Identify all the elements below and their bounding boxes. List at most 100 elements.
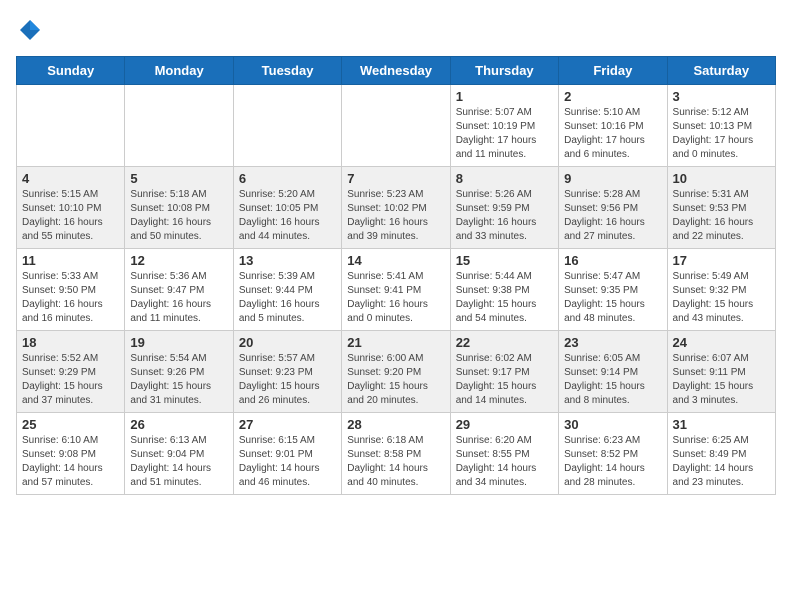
calendar-cell: 31 Sunrise: 6:25 AM Sunset: 8:49 PM Dayli… (667, 413, 775, 495)
header-wednesday: Wednesday (342, 57, 450, 85)
day-number: 12 (130, 253, 227, 268)
calendar-cell: 2 Sunrise: 5:10 AM Sunset: 10:16 PM Dayli… (559, 85, 667, 167)
calendar-cell: 1 Sunrise: 5:07 AM Sunset: 10:19 PM Dayli… (450, 85, 558, 167)
day-info: Sunrise: 5:44 AM Sunset: 9:38 PM Dayligh… (456, 270, 553, 326)
calendar-cell: 16Sunrise: 5:47 AM Sunset: 9:35 PM Dayli… (559, 249, 667, 331)
calendar-cell: 3Sunrise: 5:12 AM Sunset: 10:13 PM Dayli… (667, 85, 775, 167)
day-number: 17 (673, 253, 770, 268)
calendar-table: Sunday Monday Tuesday Wednesday Thursday… (16, 56, 776, 495)
calendar-cell: 30 Sunrise: 6:23 AM Sunset: 8:52 PM Dayli… (559, 413, 667, 495)
day-number: 19 (130, 335, 227, 350)
day-info: Sunrise: 5:18 AM Sunset: 10:08 PM Daylig… (130, 188, 227, 244)
day-number: 27 (239, 417, 336, 432)
calendar-cell: 10Sunrise: 5:31 AM Sunset: 9:53 PM Dayli… (667, 167, 775, 249)
calendar-cell: 15Sunrise: 5:44 AM Sunset: 9:38 PM Dayli… (450, 249, 558, 331)
day-info: Sunrise: 5:41 AM Sunset: 9:41 PM Dayligh… (347, 270, 444, 326)
page-header (16, 16, 776, 44)
day-info: Sunrise: 5:54 AM Sunset: 9:26 PM Dayligh… (130, 352, 227, 408)
calendar-cell: 11Sunrise: 5:33 AM Sunset: 9:50 PM Dayli… (17, 249, 125, 331)
calendar-cell: 22Sunrise: 6:02 AM Sunset: 9:17 PM Dayli… (450, 331, 558, 413)
week-row-3: 11Sunrise: 5:33 AM Sunset: 9:50 PM Dayli… (17, 249, 776, 331)
calendar-cell (342, 85, 450, 167)
day-info: Sunrise: 6:05 AM Sunset: 9:14 PM Dayligh… (564, 352, 661, 408)
day-info: Sunrise: 6:23 AM Sunset: 8:52 PM Dayligh… (564, 434, 661, 490)
day-number: 8 (456, 171, 553, 186)
calendar-cell (17, 85, 125, 167)
calendar-cell: 6 Sunrise: 5:20 AM Sunset: 10:05 PM Dayli… (233, 167, 341, 249)
logo (16, 16, 48, 44)
day-info: Sunrise: 6:25 AM Sunset: 8:49 PM Dayligh… (673, 434, 770, 490)
calendar-cell: 23 Sunrise: 6:05 AM Sunset: 9:14 PM Dayli… (559, 331, 667, 413)
calendar-cell: 28Sunrise: 6:18 AM Sunset: 8:58 PM Dayli… (342, 413, 450, 495)
calendar-cell: 29 Sunrise: 6:20 AM Sunset: 8:55 PM Dayli… (450, 413, 558, 495)
week-row-4: 18Sunrise: 5:52 AM Sunset: 9:29 PM Dayli… (17, 331, 776, 413)
header-monday: Monday (125, 57, 233, 85)
day-info: Sunrise: 5:49 AM Sunset: 9:32 PM Dayligh… (673, 270, 770, 326)
calendar-cell: 24 Sunrise: 6:07 AM Sunset: 9:11 PM Dayli… (667, 331, 775, 413)
day-number: 29 (456, 417, 553, 432)
calendar-cell: 14 Sunrise: 5:41 AM Sunset: 9:41 PM Dayli… (342, 249, 450, 331)
day-number: 20 (239, 335, 336, 350)
day-number: 21 (347, 335, 444, 350)
day-info: Sunrise: 5:33 AM Sunset: 9:50 PM Dayligh… (22, 270, 119, 326)
week-row-1: 1 Sunrise: 5:07 AM Sunset: 10:19 PM Dayli… (17, 85, 776, 167)
day-info: Sunrise: 6:00 AM Sunset: 9:20 PM Dayligh… (347, 352, 444, 408)
calendar-cell: 7 Sunrise: 5:23 AM Sunset: 10:02 PM Dayli… (342, 167, 450, 249)
day-number: 31 (673, 417, 770, 432)
day-number: 30 (564, 417, 661, 432)
calendar-cell: 5 Sunrise: 5:18 AM Sunset: 10:08 PM Dayli… (125, 167, 233, 249)
day-number: 10 (673, 171, 770, 186)
day-number: 9 (564, 171, 661, 186)
day-info: Sunrise: 6:02 AM Sunset: 9:17 PM Dayligh… (456, 352, 553, 408)
calendar-cell: 12 Sunrise: 5:36 AM Sunset: 9:47 PM Dayli… (125, 249, 233, 331)
header-saturday: Saturday (667, 57, 775, 85)
day-number: 18 (22, 335, 119, 350)
logo-icon (16, 16, 44, 44)
day-info: Sunrise: 6:18 AM Sunset: 8:58 PM Dayligh… (347, 434, 444, 490)
day-number: 2 (564, 89, 661, 104)
day-number: 16 (564, 253, 661, 268)
day-info: Sunrise: 5:20 AM Sunset: 10:05 PM Daylig… (239, 188, 336, 244)
day-info: Sunrise: 5:36 AM Sunset: 9:47 PM Dayligh… (130, 270, 227, 326)
day-info: Sunrise: 6:15 AM Sunset: 9:01 PM Dayligh… (239, 434, 336, 490)
day-info: Sunrise: 6:07 AM Sunset: 9:11 PM Dayligh… (673, 352, 770, 408)
day-info: Sunrise: 5:07 AM Sunset: 10:19 PM Daylig… (456, 106, 553, 162)
day-info: Sunrise: 5:15 AM Sunset: 10:10 PM Daylig… (22, 188, 119, 244)
day-info: Sunrise: 6:10 AM Sunset: 9:08 PM Dayligh… (22, 434, 119, 490)
day-number: 4 (22, 171, 119, 186)
header-sunday: Sunday (17, 57, 125, 85)
calendar-cell: 27 Sunrise: 6:15 AM Sunset: 9:01 PM Dayli… (233, 413, 341, 495)
calendar-cell: 4 Sunrise: 5:15 AM Sunset: 10:10 PM Dayli… (17, 167, 125, 249)
day-info: Sunrise: 5:12 AM Sunset: 10:13 PM Daylig… (673, 106, 770, 162)
day-number: 26 (130, 417, 227, 432)
header-friday: Friday (559, 57, 667, 85)
calendar-cell: 9 Sunrise: 5:28 AM Sunset: 9:56 PM Daylig… (559, 167, 667, 249)
day-number: 14 (347, 253, 444, 268)
day-info: Sunrise: 5:26 AM Sunset: 9:59 PM Dayligh… (456, 188, 553, 244)
header-tuesday: Tuesday (233, 57, 341, 85)
day-info: Sunrise: 5:10 AM Sunset: 10:16 PM Daylig… (564, 106, 661, 162)
calendar-cell: 8 Sunrise: 5:26 AM Sunset: 9:59 PM Daylig… (450, 167, 558, 249)
day-info: Sunrise: 5:57 AM Sunset: 9:23 PM Dayligh… (239, 352, 336, 408)
weekday-header-row: Sunday Monday Tuesday Wednesday Thursday… (17, 57, 776, 85)
week-row-5: 25 Sunrise: 6:10 AM Sunset: 9:08 PM Dayli… (17, 413, 776, 495)
day-number: 1 (456, 89, 553, 104)
day-number: 23 (564, 335, 661, 350)
calendar-cell (233, 85, 341, 167)
day-number: 25 (22, 417, 119, 432)
day-number: 6 (239, 171, 336, 186)
day-number: 13 (239, 253, 336, 268)
day-number: 5 (130, 171, 227, 186)
calendar-cell: 21 Sunrise: 6:00 AM Sunset: 9:20 PM Dayli… (342, 331, 450, 413)
header-thursday: Thursday (450, 57, 558, 85)
day-info: Sunrise: 5:28 AM Sunset: 9:56 PM Dayligh… (564, 188, 661, 244)
day-info: Sunrise: 6:20 AM Sunset: 8:55 PM Dayligh… (456, 434, 553, 490)
day-info: Sunrise: 5:39 AM Sunset: 9:44 PM Dayligh… (239, 270, 336, 326)
day-number: 7 (347, 171, 444, 186)
calendar-cell: 18Sunrise: 5:52 AM Sunset: 9:29 PM Dayli… (17, 331, 125, 413)
calendar-cell: 20 Sunrise: 5:57 AM Sunset: 9:23 PM Dayli… (233, 331, 341, 413)
calendar-cell: 25 Sunrise: 6:10 AM Sunset: 9:08 PM Dayli… (17, 413, 125, 495)
day-number: 24 (673, 335, 770, 350)
day-info: Sunrise: 5:23 AM Sunset: 10:02 PM Daylig… (347, 188, 444, 244)
week-row-2: 4 Sunrise: 5:15 AM Sunset: 10:10 PM Dayli… (17, 167, 776, 249)
